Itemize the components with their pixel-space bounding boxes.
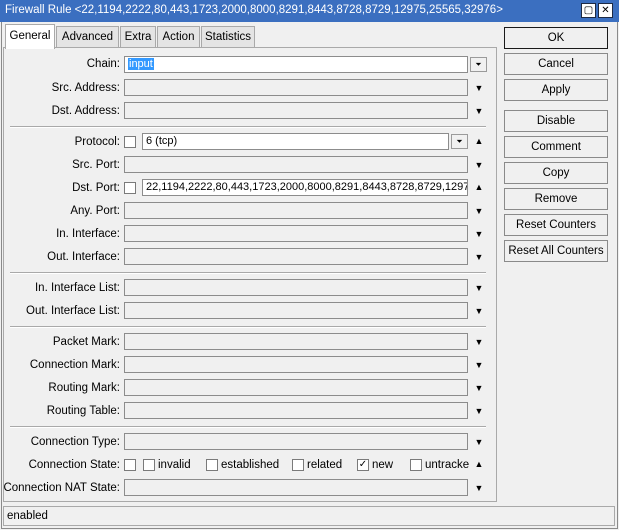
protocol-dropdown-icon[interactable]: ⏷	[451, 134, 468, 149]
connection-nat-state-field[interactable]	[124, 479, 468, 496]
tab-extra[interactable]: Extra	[120, 26, 156, 48]
dst-address-field[interactable]	[124, 102, 468, 119]
chain-dropdown-icon[interactable]: ⏷	[470, 57, 487, 72]
routing-mark-dropdown-icon[interactable]: ▼	[473, 383, 485, 393]
out-interface-field[interactable]	[124, 248, 468, 265]
connection-state-label: Connection State:	[28, 459, 120, 471]
tab-statistics[interactable]: Statistics	[201, 26, 255, 48]
out-interface-dropdown-icon[interactable]: ▼	[473, 252, 485, 262]
in-interface-list-dropdown-icon[interactable]: ▼	[473, 283, 485, 293]
connection-mark-dropdown-icon[interactable]: ▼	[473, 360, 485, 370]
tab-advanced[interactable]: Advanced	[56, 26, 119, 48]
connection-type-label: Connection Type:	[30, 436, 120, 448]
protocol-label: Protocol:	[74, 136, 120, 148]
dst-port-negate-checkbox[interactable]	[124, 182, 136, 194]
state-established-checkbox[interactable]	[206, 459, 218, 471]
connection-nat-state-label: Connection NAT State:	[3, 482, 120, 494]
out-interface-list-label: Out. Interface List:	[26, 305, 120, 317]
protocol-field[interactable]: 6 (tcp)	[142, 133, 449, 150]
dst-address-label: Dst. Address:	[51, 105, 120, 117]
check-icon: ✓	[358, 459, 368, 470]
ok-button[interactable]: OK	[504, 27, 608, 49]
state-new-checkbox[interactable]: ✓	[357, 459, 369, 471]
out-interface-list-dropdown-icon[interactable]: ▼	[473, 306, 485, 316]
state-invalid-checkbox[interactable]	[143, 459, 155, 471]
any-port-dropdown-icon[interactable]: ▼	[473, 206, 485, 216]
src-port-field[interactable]	[124, 156, 468, 173]
comment-button[interactable]: Comment	[504, 136, 608, 158]
any-port-label: Any. Port:	[70, 205, 120, 217]
separator	[10, 426, 486, 428]
state-related-checkbox[interactable]	[292, 459, 304, 471]
copy-button[interactable]: Copy	[504, 162, 608, 184]
connection-type-dropdown-icon[interactable]: ▼	[473, 437, 485, 447]
restore-icon[interactable]: ▢	[581, 3, 596, 18]
state-established-label: established	[221, 459, 280, 471]
routing-mark-field[interactable]	[124, 379, 468, 396]
state-untracked-checkbox[interactable]	[410, 459, 422, 471]
reset-counters-button[interactable]: Reset Counters	[504, 214, 608, 236]
status-text: enabled	[7, 510, 48, 522]
title-bar: Firewall Rule <22,1194,2222,80,443,1723,…	[0, 0, 619, 22]
tab-general[interactable]: General	[5, 24, 55, 49]
separator	[10, 272, 486, 274]
state-new-label: new	[372, 459, 394, 471]
connection-state-negate-checkbox[interactable]	[124, 459, 136, 471]
chain-field[interactable]: input	[124, 56, 468, 73]
separator	[10, 326, 486, 328]
dst-port-field[interactable]: 22,1194,2222,80,443,1723,2000,8000,8291,…	[142, 179, 468, 196]
in-interface-field[interactable]	[124, 225, 468, 242]
src-address-label: Src. Address:	[51, 82, 120, 94]
src-address-dropdown-icon[interactable]: ▼	[473, 83, 485, 93]
tab-action[interactable]: Action	[157, 26, 200, 48]
protocol-collapse-icon[interactable]: ▲	[473, 136, 485, 146]
out-interface-label: Out. Interface:	[47, 251, 120, 263]
routing-mark-label: Routing Mark:	[48, 382, 120, 394]
disable-button[interactable]: Disable	[504, 110, 608, 132]
apply-button[interactable]: Apply	[504, 79, 608, 101]
src-port-label: Src. Port:	[72, 159, 120, 171]
in-interface-list-field[interactable]	[124, 279, 468, 296]
out-interface-list-field[interactable]	[124, 302, 468, 319]
in-interface-dropdown-icon[interactable]: ▼	[473, 229, 485, 239]
state-invalid-label: invalid	[158, 459, 191, 471]
cancel-button[interactable]: Cancel	[504, 53, 608, 75]
in-interface-list-label: In. Interface List:	[34, 282, 120, 294]
remove-button[interactable]: Remove	[504, 188, 608, 210]
in-interface-label: In. Interface:	[56, 228, 120, 240]
close-icon[interactable]: ✕	[598, 3, 613, 18]
any-port-field[interactable]	[124, 202, 468, 219]
packet-mark-label: Packet Mark:	[52, 336, 120, 348]
src-port-dropdown-icon[interactable]: ▼	[473, 160, 485, 170]
state-untracked-label: untracked	[425, 459, 469, 471]
packet-mark-dropdown-icon[interactable]: ▼	[473, 337, 485, 347]
connection-mark-label: Connection Mark:	[29, 359, 120, 371]
packet-mark-field[interactable]	[124, 333, 468, 350]
routing-table-field[interactable]	[124, 402, 468, 419]
connection-state-collapse-icon[interactable]: ▲	[473, 459, 485, 469]
src-address-field[interactable]	[124, 79, 468, 96]
dst-address-dropdown-icon[interactable]: ▼	[473, 106, 485, 116]
status-bar: enabled	[3, 506, 615, 526]
reset-all-counters-button[interactable]: Reset All Counters	[504, 240, 608, 262]
connection-mark-field[interactable]	[124, 356, 468, 373]
window-title: Firewall Rule <22,1194,2222,80,443,1723,…	[5, 4, 503, 16]
routing-table-label: Routing Table:	[46, 405, 120, 417]
routing-table-dropdown-icon[interactable]: ▼	[473, 406, 485, 416]
connection-nat-state-dropdown-icon[interactable]: ▼	[473, 483, 485, 493]
protocol-negate-checkbox[interactable]	[124, 136, 136, 148]
connection-type-field[interactable]	[124, 433, 468, 450]
dst-port-collapse-icon[interactable]: ▲	[473, 182, 485, 192]
chain-value: input	[128, 58, 154, 70]
separator	[10, 126, 486, 128]
dst-port-label: Dst. Port:	[72, 182, 120, 194]
chain-label: Chain:	[86, 58, 120, 70]
state-related-label: related	[307, 459, 343, 471]
